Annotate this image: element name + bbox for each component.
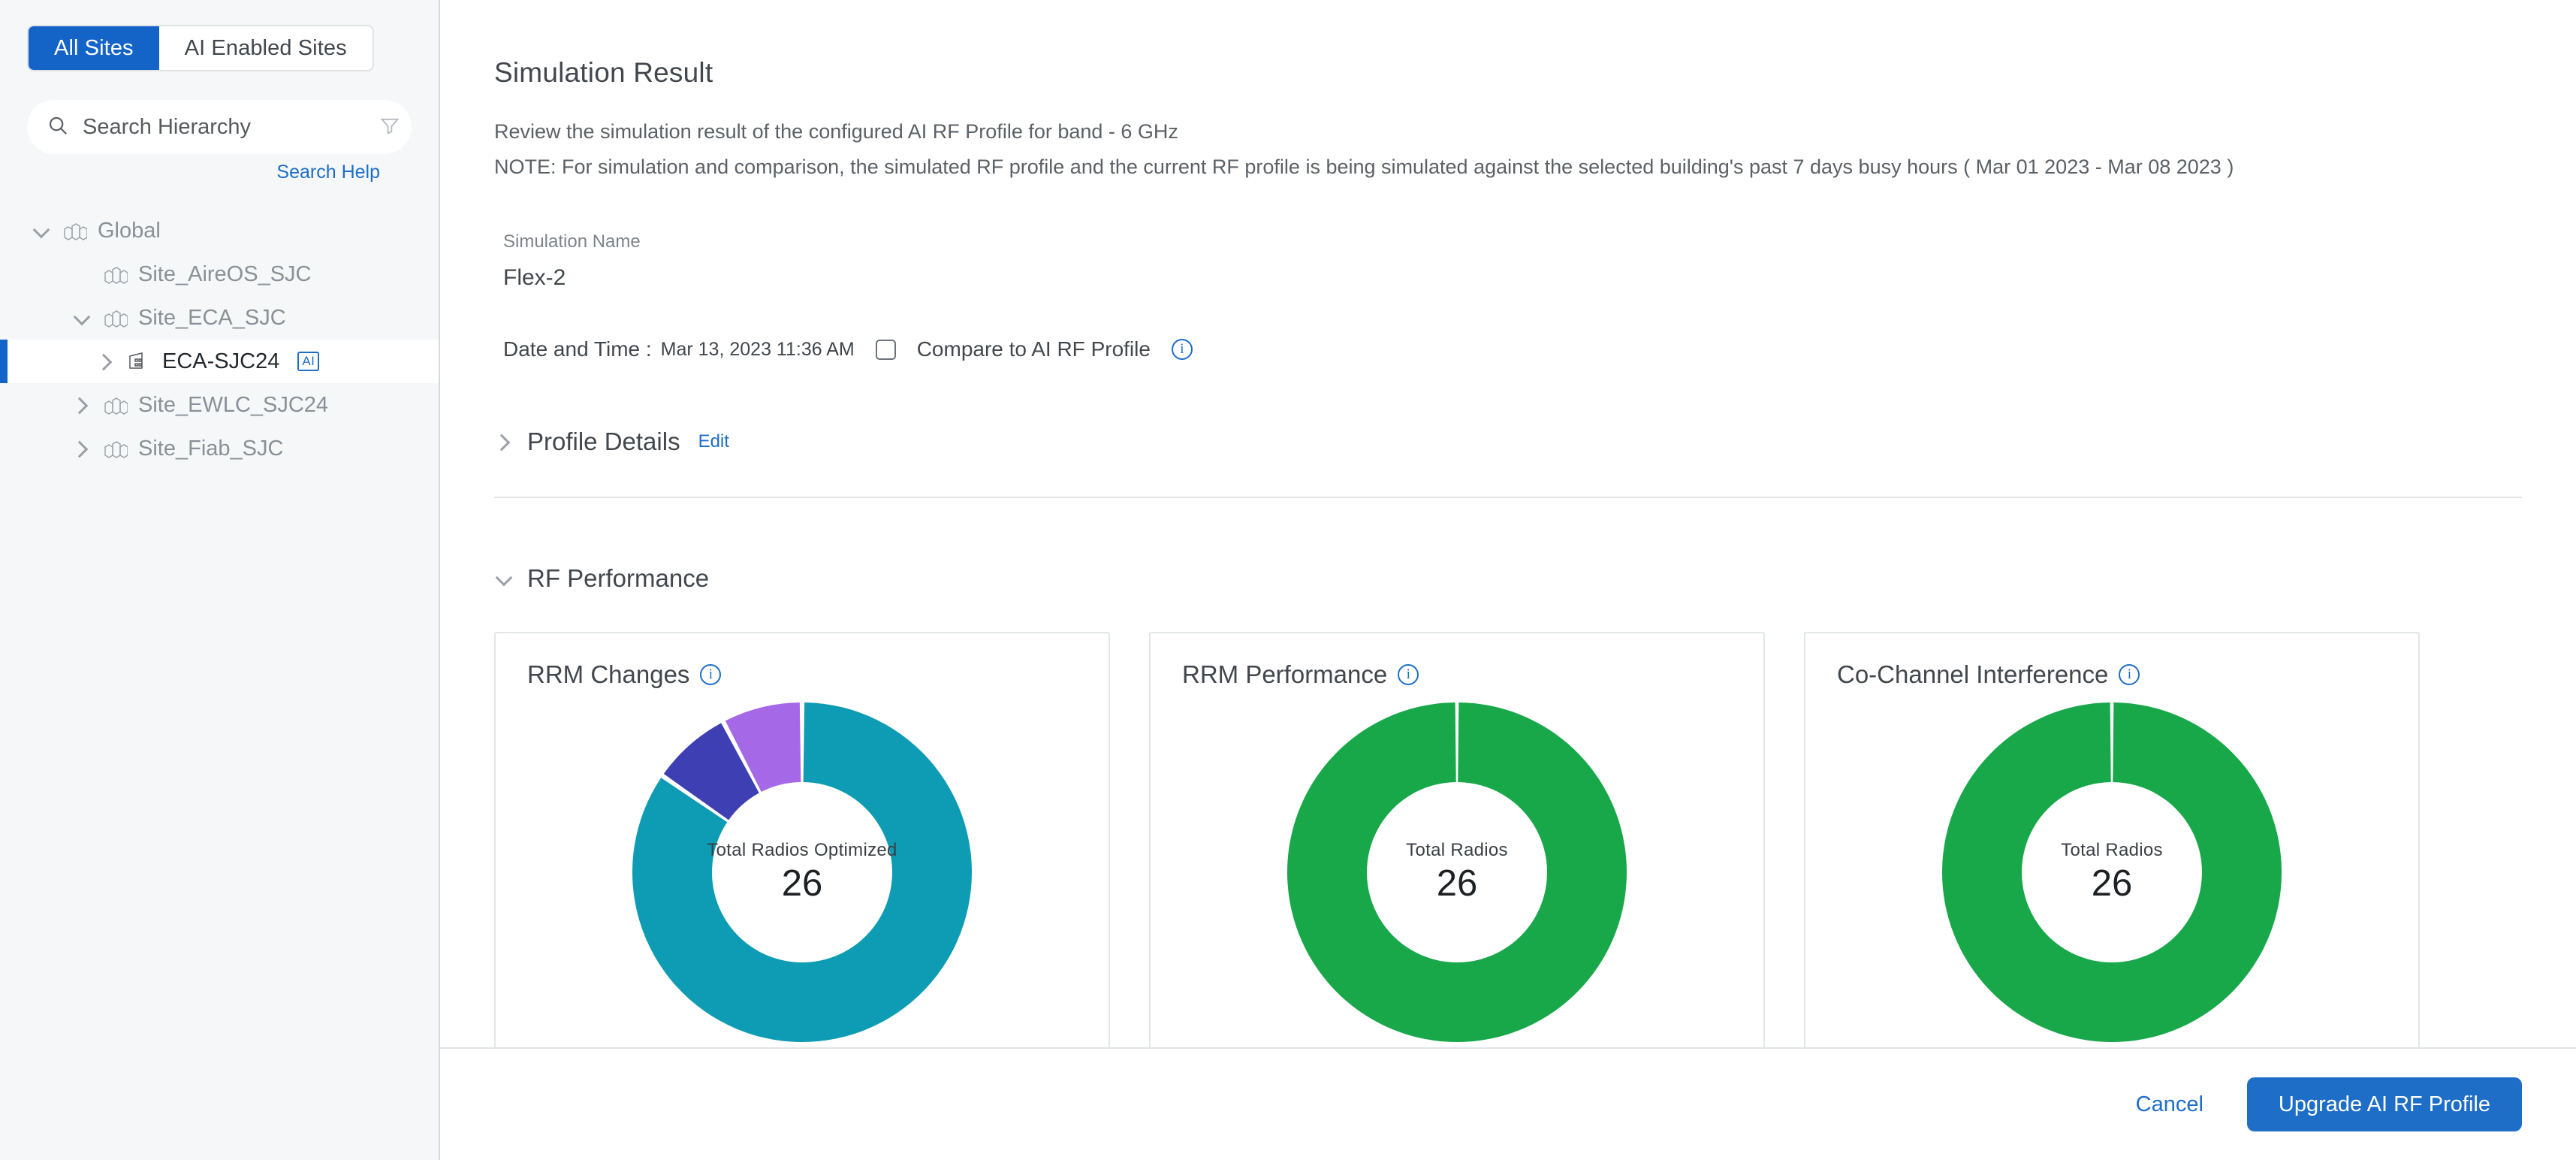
donut-segment[interactable] (1287, 702, 1627, 1043)
chevron-down-icon[interactable] (32, 221, 51, 240)
card-title: RRM Changes i (496, 660, 1109, 689)
profile-details-label: Profile Details (527, 427, 680, 456)
search-help-link[interactable]: Search Help (27, 154, 412, 183)
tree-item-label: Site_EWLC_SJC24 (138, 392, 329, 417)
chevron-right-icon[interactable] (72, 439, 92, 458)
app-root: All Sites AI Enabled Sites Search Help (0, 0, 2576, 1160)
chevron-right-icon[interactable] (96, 352, 116, 371)
compare-checkbox-label: Compare to AI RF Profile (916, 337, 1151, 361)
section-divider (494, 497, 2522, 499)
card-title-label: RRM Changes (527, 660, 690, 689)
card-rrm-performance: RRM Performance i Total Radios 26 (1149, 632, 1765, 1047)
rf-performance-section-header[interactable]: RF Performance (494, 564, 2522, 593)
card-title: Co-Channel Interference i (1805, 660, 2418, 689)
date-time-label: Date and Time : (503, 337, 652, 361)
building-icon (126, 350, 152, 373)
site-hierarchy-tree: Global Site_AireOS_SJC Site_ECA_SJC ECA-… (0, 209, 439, 470)
card-title-label: Co-Channel Interference (1837, 660, 2109, 689)
chevron-right-icon[interactable] (72, 395, 92, 415)
description-block: Review the simulation result of the conf… (494, 119, 2522, 180)
footer-action-bar: Cancel Upgrade AI RF Profile (440, 1047, 2576, 1160)
description-line-1: Review the simulation result of the conf… (494, 120, 1178, 143)
rf-performance-cards: RRM Changes i Total Radios Optimized 26 (494, 632, 2522, 1047)
tree-item-label: Site_Fiab_SJC (138, 436, 284, 461)
info-icon[interactable]: i (1171, 339, 1193, 361)
upgrade-ai-rf-profile-button[interactable]: Upgrade AI RF Profile (2246, 1077, 2522, 1131)
chevron-down-icon[interactable] (72, 308, 92, 328)
profile-details-section-header[interactable]: Profile Details Edit (494, 427, 2522, 456)
donut-chart-rrm-performance: Total Radios 26 (1151, 702, 1763, 1043)
search-input[interactable] (83, 114, 366, 140)
chevron-placeholder-icon (72, 264, 92, 284)
site-filter-toggle: All Sites AI Enabled Sites (0, 0, 439, 71)
sites-icon (102, 307, 128, 329)
card-co-channel-interference: Co-Channel Interference i Total Radios 2… (1804, 632, 2420, 1047)
sites-icon (62, 219, 88, 242)
compare-to-ai-rf-profile-checkbox[interactable] (875, 339, 896, 360)
description-line-2: NOTE: For simulation and comparison, the… (494, 155, 2234, 178)
sites-icon (102, 394, 128, 416)
simulation-name-label: Simulation Name (503, 231, 641, 252)
scroll-content: Simulation Result Review the simulation … (440, 0, 2576, 1047)
tree-item-label: ECA-SJC24 (162, 349, 280, 373)
tree-item-site-fiab-sjc[interactable]: Site_Fiab_SJC (0, 427, 439, 470)
search-area: Search Help (0, 71, 439, 183)
sites-icon (102, 437, 128, 460)
donut-segment[interactable] (1942, 702, 2282, 1043)
tree-item-label: Global (98, 218, 161, 243)
donut-chart-rrm-changes: Total Radios Optimized 26 (496, 702, 1109, 1043)
filter-icon[interactable] (379, 115, 400, 140)
tree-item-site-eca-sjc[interactable]: Site_ECA_SJC (0, 296, 439, 340)
tree-item-site-aireos-sjc[interactable]: Site_AireOS_SJC (0, 252, 439, 296)
card-title: RRM Performance i (1151, 660, 1763, 689)
tree-item-label: Site_AireOS_SJC (138, 261, 312, 286)
tab-all-sites[interactable]: All Sites (29, 26, 159, 70)
sidebar: All Sites AI Enabled Sites Search Help (0, 0, 440, 1160)
search-icon (47, 114, 69, 140)
ai-badge: AI (297, 352, 320, 371)
tree-item-site-ewlc-sjc24[interactable]: Site_EWLC_SJC24 (0, 383, 439, 427)
card-rrm-changes: RRM Changes i Total Radios Optimized 26 (494, 632, 1110, 1047)
rf-performance-label: RF Performance (527, 564, 710, 593)
simulation-name-value: Flex-2 (503, 265, 566, 291)
main-panel: Simulation Result Review the simulation … (440, 0, 2576, 1160)
tree-item-eca-sjc24[interactable]: ECA-SJC24 AI (0, 340, 439, 383)
card-title-label: RRM Performance (1182, 660, 1388, 689)
donut-chart-co-channel-interference: Total Radios 26 (1805, 702, 2418, 1043)
search-box[interactable] (27, 100, 412, 154)
donut-svg (1287, 702, 1627, 1043)
cancel-button[interactable]: Cancel (2136, 1092, 2203, 1117)
sites-icon (102, 263, 128, 285)
tab-ai-enabled-sites[interactable]: AI Enabled Sites (158, 26, 373, 70)
edit-link[interactable]: Edit (698, 431, 729, 452)
page-title: Simulation Result (494, 57, 713, 88)
simulation-name-field: Simulation Name Flex-2 (494, 231, 2522, 291)
info-icon[interactable]: i (1398, 664, 1419, 686)
donut-svg (632, 702, 972, 1043)
date-time-row: Date and Time : Mar 13, 2023 11:36 AM Co… (494, 337, 2522, 361)
tree-item-label: Site_ECA_SJC (138, 305, 286, 330)
donut-svg (1942, 702, 2282, 1043)
tree-item-global[interactable]: Global (0, 209, 439, 252)
info-icon[interactable]: i (2119, 664, 2140, 686)
info-icon[interactable]: i (700, 664, 722, 686)
chevron-right-icon[interactable] (494, 432, 514, 452)
date-time-value: Mar 13, 2023 11:36 AM (660, 338, 855, 360)
chevron-down-icon[interactable] (494, 569, 514, 588)
